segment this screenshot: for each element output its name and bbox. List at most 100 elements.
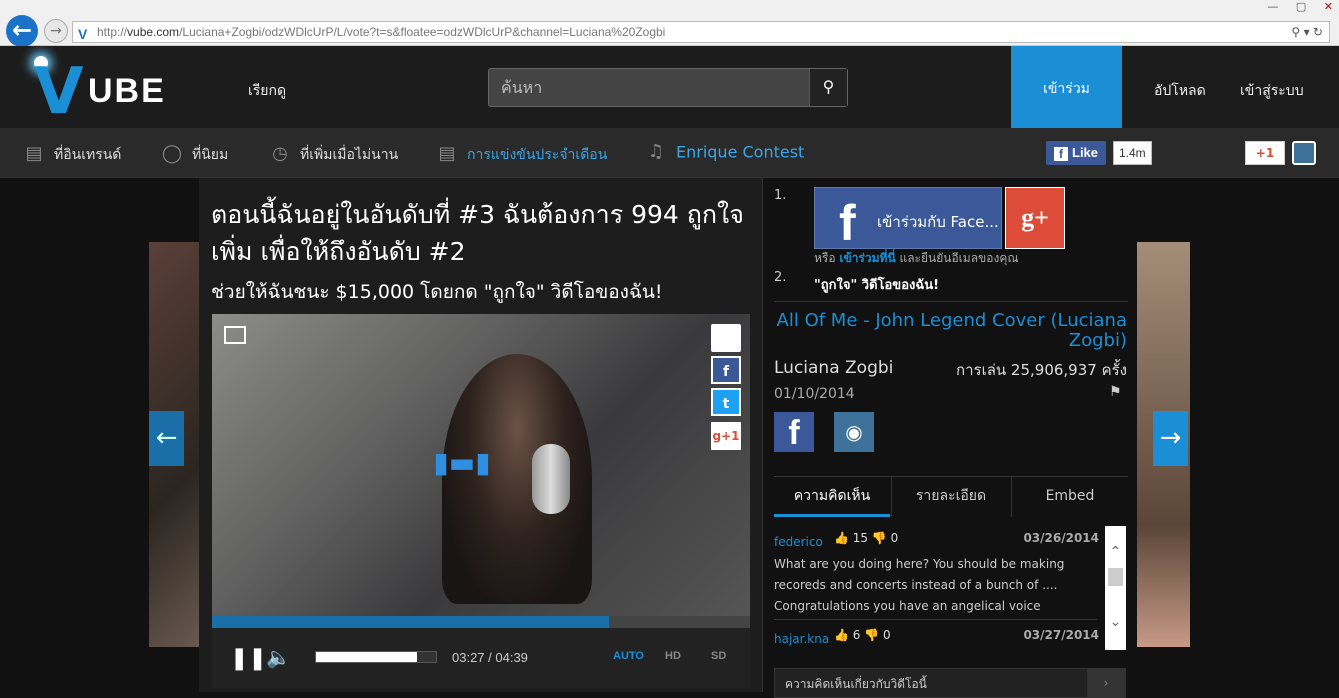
facebook-share-icon[interactable]: f	[711, 356, 741, 384]
comment-divider	[774, 619, 1097, 620]
close-icon[interactable]: ✕	[1324, 0, 1333, 13]
url-prefix: http://	[97, 25, 128, 39]
downvote-count: 0	[883, 628, 891, 642]
video-title[interactable]: All Of Me - John Legend Cover (Luciana Z…	[774, 311, 1127, 351]
video-player[interactable]: f t g+1 ▮▬▮	[212, 314, 750, 616]
chevron-up-icon[interactable]: ⌃	[1105, 544, 1126, 560]
pause-button[interactable]: ❚❚	[230, 646, 267, 671]
comments-scrollbar[interactable]: ⌃ ⌄	[1105, 526, 1126, 650]
divider	[774, 301, 1128, 302]
quality-hd-button[interactable]: HD	[665, 650, 681, 662]
related-comments-panel[interactable]: ความคิดเห็นเกี่ยวกับวิดีโอนี้ ›	[774, 668, 1126, 698]
vote-subheadline: ช่วยให้ฉันชนะ $15,000 โดยกด "ถูกใจ" วิดี…	[211, 281, 663, 303]
comment-item: federico 👍 15 👎 0 03/26/2014 What are yo…	[774, 531, 1099, 617]
minimize-icon[interactable]: —	[1267, 0, 1278, 13]
address-search-icon[interactable]: ⚲ ▾ ↻	[1291, 22, 1323, 42]
quality-auto-button[interactable]: AUTO	[613, 650, 644, 662]
site-header: V UBE เรียกดู ⚲ เข้าร่วม อัปโหลด เข้าสู่…	[0, 46, 1339, 128]
browse-link[interactable]: เรียกดู	[248, 80, 286, 102]
url-domain: vube.com	[127, 25, 180, 39]
facebook-logo-icon: f	[839, 195, 856, 251]
player-controls: ❚❚ 🔈 03:27 / 04:39 AUTO HD SD	[212, 628, 750, 688]
nav-monthly-contest[interactable]: ▤ การแข่งขันประจำเดือน	[435, 144, 607, 166]
gplus-button[interactable]: +1	[1245, 141, 1285, 165]
join-button[interactable]: เข้าร่วม	[1011, 46, 1122, 128]
site-favicon: V	[78, 26, 88, 42]
or-suffix: และยืนยันอีเมลของคุณ	[899, 251, 1019, 265]
join-here-link[interactable]: เข้าร่วมที่นี่	[839, 251, 895, 265]
upvote-count: 6	[852, 628, 861, 642]
nav-trending-label: ที่อินเทรนด์	[54, 147, 122, 163]
nav-recent[interactable]: ◷ ที่เพิ่มเมื่อไม่นาน	[268, 144, 398, 166]
facebook-like-button[interactable]: f Like	[1046, 141, 1106, 165]
facebook-icon: f	[1054, 147, 1068, 161]
facebook-join-button[interactable]: f เข้าร่วมกับ Face...	[814, 187, 1002, 249]
tab-embed[interactable]: Embed	[1012, 477, 1128, 517]
related-comments-label: ความคิดเห็นเกี่ยวกับวิดีโอนี้	[785, 677, 927, 691]
comment-user[interactable]: federico	[774, 535, 823, 549]
artist-name[interactable]: Luciana Zogbi	[774, 358, 893, 378]
artist-facebook-icon[interactable]: f	[774, 412, 814, 452]
tab-comments[interactable]: ความคิดเห็น	[774, 477, 890, 517]
thumbs-down-icon[interactable]: 👎	[872, 531, 887, 545]
thumbs-down-icon[interactable]: 👎	[864, 628, 879, 642]
comment-user[interactable]: hajar.kna	[774, 632, 829, 646]
info-panel: 1. f เข้าร่วมกับ Face... g+ หรือ เข้าร่ว…	[762, 178, 1137, 698]
upload-link[interactable]: อัปโหลด	[1154, 80, 1206, 102]
play-count: การเล่น 25,906,937 ครั้ง	[956, 361, 1127, 379]
video-progress-bar[interactable]	[212, 616, 750, 628]
scrollbar-thumb[interactable]	[1108, 568, 1123, 586]
forward-button[interactable]: →	[44, 19, 68, 43]
nav-popular[interactable]: ◯ ที่นิยม	[160, 144, 228, 166]
login-link[interactable]: เข้าสู่ระบบ	[1240, 80, 1304, 102]
comment-text: What are you doing here? You should be m…	[774, 557, 1065, 613]
comment-item: hajar.kna 👍 6 👎 0 03/27/2014	[774, 628, 1099, 647]
nav-monthly-contest-label: การแข่งขันประจำเดือน	[467, 147, 608, 163]
instagram-icon[interactable]	[1292, 141, 1316, 165]
comment-votes: 👍 6 👎 0	[834, 628, 891, 642]
flag-icon[interactable]: ⚑	[1109, 384, 1123, 400]
fullscreen-icon[interactable]	[224, 326, 246, 344]
chevron-right-icon[interactable]: ›	[1087, 669, 1125, 697]
browser-toolbar: ← → V http://vube.com/Luciana+Zogbi/odzW…	[0, 0, 1339, 47]
money-icon: ▤	[438, 143, 456, 164]
quality-sd-button[interactable]: SD	[711, 650, 726, 662]
comment-icon[interactable]	[711, 324, 741, 352]
maximize-icon[interactable]: ▢	[1296, 0, 1306, 13]
comment-date: 03/27/2014	[1023, 628, 1099, 642]
playback-time: 03:27 / 04:39	[452, 650, 528, 665]
upload-date: 01/10/2014	[774, 386, 855, 402]
or-prefix: หรือ	[814, 251, 836, 265]
nav-enrique-contest[interactable]: ♫ Enrique Contest	[644, 142, 804, 164]
next-arrow-icon[interactable]: →	[1153, 411, 1188, 466]
thumbs-up-icon[interactable]: 👍	[834, 531, 849, 545]
back-button[interactable]: ←	[6, 15, 38, 47]
info-tabs: ความคิดเห็น รายละเอียด Embed	[774, 476, 1128, 517]
vube-logo[interactable]: V UBE	[14, 50, 184, 124]
prev-arrow-icon[interactable]: ←	[149, 411, 184, 466]
comment-votes: 👍 15 👎 0	[834, 531, 898, 545]
chevron-down-icon[interactable]: ⌄	[1105, 614, 1126, 630]
tab-details[interactable]: รายละเอียด	[892, 477, 1010, 517]
volume-slider[interactable]	[315, 651, 437, 663]
volume-icon[interactable]: 🔈	[266, 645, 291, 669]
thumbs-up-icon[interactable]: 👍	[834, 628, 849, 642]
address-bar[interactable]: V http://vube.com/Luciana+Zogbi/odzWDlcU…	[72, 21, 1330, 43]
twitter-share-icon[interactable]: t	[711, 388, 741, 416]
chat-bubble-icon: ◯	[161, 143, 183, 164]
fb-like-label: Like	[1072, 145, 1099, 160]
gplus-share-icon[interactable]: g+1	[711, 422, 741, 450]
step-1-number: 1.	[774, 188, 787, 203]
rank-headline: ตอนนี้ฉันอยู่ในอันดับที่ #3 ฉันต้องการ 9…	[211, 200, 744, 266]
microphone-icon: ♫	[647, 141, 665, 162]
loading-icon: ▮▬▮	[433, 446, 491, 479]
downvote-count: 0	[890, 531, 899, 545]
gplus-join-button[interactable]: g+	[1005, 187, 1065, 249]
search-button[interactable]: ⚲	[809, 69, 847, 106]
artist-instagram-icon[interactable]: ◉	[834, 412, 874, 452]
search-input[interactable]	[489, 69, 809, 106]
nav-enrique-contest-label: Enrique Contest	[676, 142, 805, 162]
upvote-count: 15	[852, 531, 869, 545]
video-frame-microphone	[532, 444, 570, 514]
nav-trending[interactable]: ▤ ที่อินเทรนด์	[22, 144, 121, 166]
